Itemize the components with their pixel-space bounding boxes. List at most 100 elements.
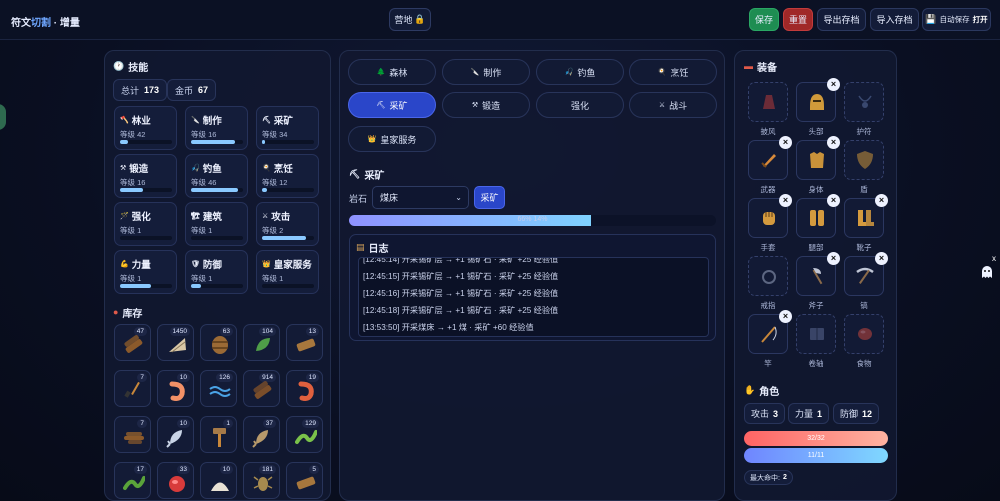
equipment-slot[interactable]: [748, 82, 788, 122]
tab-activity[interactable]: ⚔ 战斗: [629, 92, 717, 118]
inventory-slot[interactable]: 914: [243, 370, 280, 407]
inventory-slot[interactable]: 7: [114, 370, 151, 407]
inventory-slot[interactable]: 1450: [157, 324, 194, 361]
unequip-close-icon[interactable]: ×: [827, 78, 840, 91]
skill-level: 等级 34: [262, 130, 288, 139]
import-save-button[interactable]: 导入存档: [870, 8, 919, 31]
armor-icon: [810, 152, 824, 168]
unequip-close-icon[interactable]: ×: [827, 252, 840, 265]
tab-activity[interactable]: 🔪 制作: [442, 59, 530, 85]
unequip-close-icon[interactable]: ×: [827, 194, 840, 207]
unequip-close-icon[interactable]: ×: [827, 136, 840, 149]
unequip-close-icon[interactable]: ×: [779, 194, 792, 207]
tab-activity[interactable]: 强化: [536, 92, 624, 118]
inventory-slot[interactable]: 33: [157, 462, 194, 499]
hammer-icon: ⚒: [120, 164, 127, 172]
inventory-slot[interactable]: 1: [200, 416, 237, 453]
skills-title: 🕐 技能: [113, 61, 149, 75]
inventory-slot[interactable]: 10: [157, 370, 194, 407]
skill-progress: [120, 188, 172, 192]
inventory-slot[interactable]: 63: [200, 324, 237, 361]
unequip-close-icon[interactable]: ×: [875, 252, 888, 265]
skill-card[interactable]: 💪 力量 等级 1: [114, 250, 177, 294]
tab-activity[interactable]: ⚒ 锻造: [442, 92, 530, 118]
inventory-slot[interactable]: 10: [157, 416, 194, 453]
tab-activity[interactable]: ⛏ 采矿: [348, 92, 436, 118]
tab-label: 采矿: [389, 100, 408, 111]
equipment-slot[interactable]: [844, 82, 884, 122]
inventory-slot[interactable]: 13: [286, 324, 323, 361]
skill-name: 🪄 强化: [120, 212, 151, 223]
equipment-slot[interactable]: ×: [748, 136, 792, 180]
skill-card[interactable]: 👑 皇家服务 等级 1: [256, 250, 319, 294]
skill-card[interactable]: 🏗 建筑 等级 1: [185, 202, 248, 246]
equipment-slot[interactable]: ×: [796, 252, 840, 296]
equipment-slot[interactable]: ×: [796, 194, 840, 238]
unequip-close-icon[interactable]: ×: [875, 194, 888, 207]
auto-save-toggle[interactable]: 💾 自动保存 打开: [922, 8, 991, 31]
equipment-slot[interactable]: ×: [748, 194, 792, 238]
inventory-slot[interactable]: 5: [286, 462, 323, 499]
inventory-slot[interactable]: 37: [243, 416, 280, 453]
close-icon[interactable]: x: [992, 254, 996, 263]
skill-card[interactable]: 🪓 林业 等级 42: [114, 106, 177, 150]
skill-card[interactable]: 🎣 钓鱼 等级 46: [185, 154, 248, 198]
skill-card[interactable]: 🛡 防御 等级 1: [185, 250, 248, 294]
inventory-slot[interactable]: 126: [200, 370, 237, 407]
inventory-slot[interactable]: 7: [114, 416, 151, 453]
side-handle[interactable]: [0, 104, 6, 130]
inventory-slot[interactable]: 19: [286, 370, 323, 407]
unequip-close-icon[interactable]: ×: [779, 136, 792, 149]
equipment-slot[interactable]: [844, 140, 884, 180]
tab-activity[interactable]: 👑 皇家服务: [348, 126, 436, 152]
skill-card[interactable]: ⚒ 锻造 等级 16: [114, 154, 177, 198]
equipment-slot[interactable]: ×: [748, 310, 792, 354]
equipment-slot[interactable]: ×: [844, 252, 888, 296]
ghost-icon[interactable]: [980, 265, 994, 279]
pickaxe-icon: ⛏: [349, 169, 361, 179]
knife-icon: 🔪: [470, 68, 480, 76]
equipment-slot[interactable]: ×: [796, 136, 840, 180]
mining-progress-text: 66% 14%: [517, 216, 548, 223]
camp-button[interactable]: 营地 🔒: [389, 8, 431, 31]
log-list[interactable]: [12:45:14] 开采锡矿层 → +1 锡矿石 · 采矿 +25 经验值 [1…: [358, 257, 709, 337]
meat-icon: [858, 328, 872, 340]
inventory-slot[interactable]: 17: [114, 462, 151, 499]
equipment-slot-label: 食物: [856, 359, 872, 368]
auto-save-label: 自动保存: [939, 15, 970, 24]
equipment-slot[interactable]: ×: [844, 194, 888, 238]
skill-card[interactable]: 🍳 烹饪 等级 12: [256, 154, 319, 198]
skill-progress: [191, 140, 243, 144]
tab-activity[interactable]: 🌲 森林: [348, 59, 436, 85]
boots-icon: [858, 210, 874, 226]
tab-label: 皇家服务: [380, 134, 417, 145]
inventory-slot[interactable]: 129: [286, 416, 323, 453]
skill-card[interactable]: 🔪 制作 等级 16: [185, 106, 248, 150]
mine-action-button[interactable]: 采矿: [474, 186, 505, 209]
inventory-slot[interactable]: 10: [200, 462, 237, 499]
tab-activity[interactable]: 🍳 烹饪: [629, 59, 717, 85]
equipment-slot[interactable]: ×: [796, 78, 840, 122]
reset-button[interactable]: 重置: [783, 8, 813, 31]
chevron-down-icon: ⌄: [455, 193, 462, 202]
plank-icon: [169, 338, 186, 353]
inventory-slot[interactable]: 181: [243, 462, 280, 499]
equipment-slot[interactable]: [796, 314, 836, 354]
export-save-button[interactable]: 导出存档: [817, 8, 866, 31]
skill-card[interactable]: 🪄 强化 等级 1: [114, 202, 177, 246]
rock-select[interactable]: 煤床 ⌄: [372, 186, 469, 209]
inventory-slot[interactable]: 104: [243, 324, 280, 361]
equipment-slot[interactable]: [844, 314, 884, 354]
skill-name: 🛡 防御: [191, 260, 222, 271]
tab-label: 锻造: [482, 100, 501, 111]
tab-label: 钓鱼: [577, 67, 596, 78]
bundle-icon: [296, 338, 316, 352]
skill-card[interactable]: ⛏ 采矿 等级 34: [256, 106, 319, 150]
equipment-slot[interactable]: [748, 256, 788, 296]
save-button[interactable]: 保存: [749, 8, 779, 31]
skill-card[interactable]: ⚔ 攻击 等级 2: [256, 202, 319, 246]
unequip-close-icon[interactable]: ×: [779, 310, 792, 323]
tab-activity[interactable]: 🎣 钓鱼: [536, 59, 624, 85]
salt-icon: [211, 482, 229, 491]
inventory-slot[interactable]: 47: [114, 324, 151, 361]
